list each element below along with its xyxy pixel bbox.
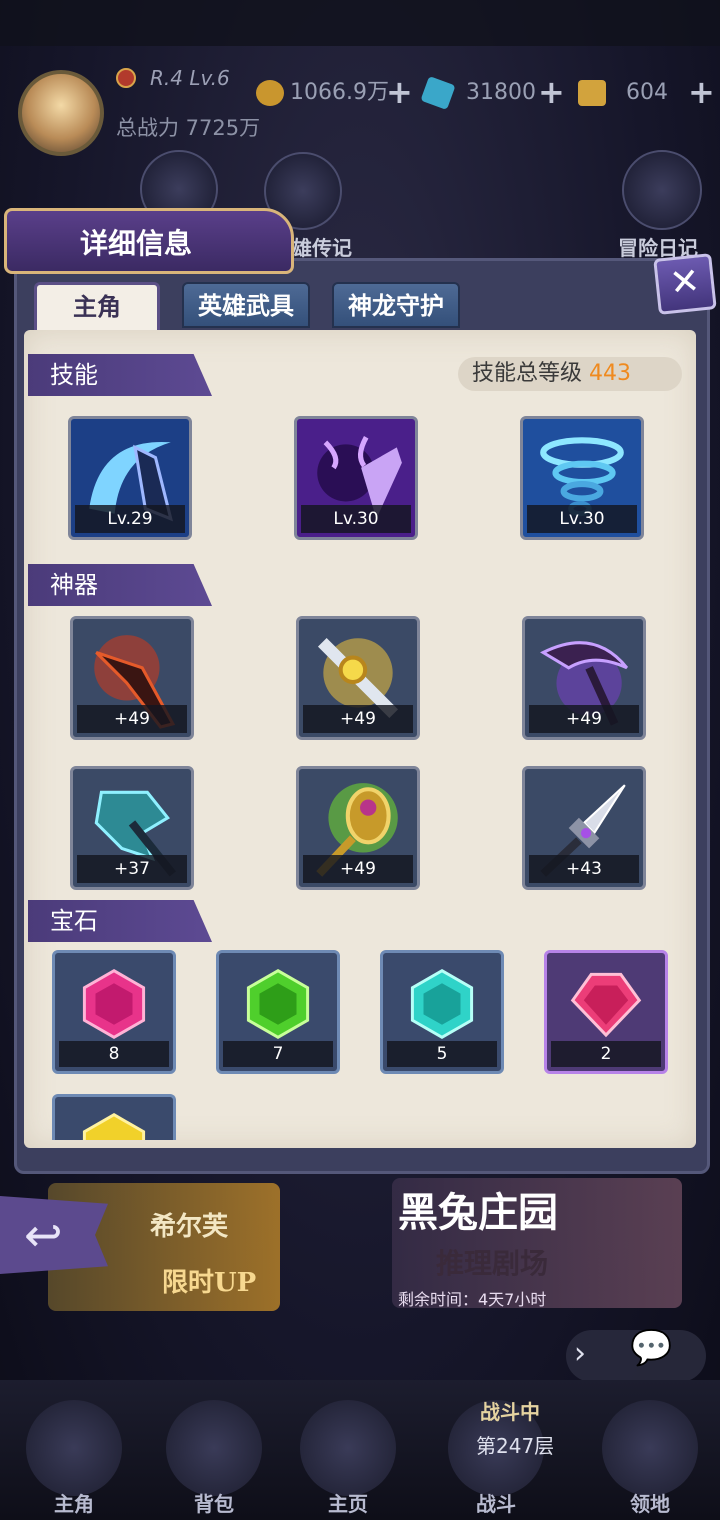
- gem-slot[interactable]: [52, 1094, 176, 1140]
- artifact-slot[interactable]: +43: [522, 766, 646, 890]
- skills-header: 技能: [28, 354, 212, 396]
- battle-status-tag: 战斗中: [480, 1400, 540, 1424]
- tab-dragon-guard[interactable]: 神龙守护: [332, 282, 460, 328]
- status-bar: [0, 0, 720, 46]
- artifact-level: +43: [529, 855, 639, 883]
- ticket-amount: 604: [626, 80, 668, 105]
- gold-amount: 1066.9万: [290, 80, 389, 105]
- pink-gem-icon: [82, 968, 146, 1040]
- gold-coin-icon: [256, 80, 284, 106]
- artifact-level: +49: [303, 705, 413, 733]
- add-ticket-button[interactable]: +: [688, 76, 715, 108]
- player-rank: R.4 Lv.6: [150, 66, 230, 90]
- skill-level: Lv.29: [75, 505, 185, 533]
- artifact-slot[interactable]: +37: [70, 766, 194, 890]
- artifact-slot[interactable]: +49: [522, 616, 646, 740]
- nav-home-icon[interactable]: [300, 1400, 396, 1496]
- player-avatar[interactable]: [18, 70, 104, 156]
- chevron-right-icon: ›: [574, 1336, 586, 1371]
- skill-total-badge: 技能总等级 443: [458, 357, 682, 391]
- yellow-gem-icon: [82, 1113, 146, 1140]
- legend-label: 雄传记: [292, 236, 352, 260]
- artifact-slot[interactable]: +49: [70, 616, 194, 740]
- gems-header: 宝石: [28, 900, 212, 942]
- artifact-level: +49: [529, 705, 639, 733]
- event-time-left: 剩余时间：4天7小时: [398, 1290, 547, 1309]
- skill-total-label: 技能总等级: [472, 361, 583, 386]
- ticket-icon: [578, 80, 606, 106]
- diamond-icon: [420, 75, 456, 111]
- banner-hero-name: 希尔芙: [150, 1212, 229, 1242]
- nav-hero-icon[interactable]: [26, 1400, 122, 1496]
- gem-slot[interactable]: 2: [544, 950, 668, 1074]
- skill-slot[interactable]: Lv.30: [520, 416, 644, 540]
- gem-count: 7: [223, 1041, 333, 1067]
- diamond-amount: 31800: [466, 80, 536, 105]
- total-power: 总战力 7725万: [116, 116, 261, 140]
- cyan-gem-icon: [410, 968, 474, 1040]
- nav-label-territory: 领地: [630, 1492, 670, 1516]
- gem-slot[interactable]: 5: [380, 950, 504, 1074]
- nav-label-home: 主页: [328, 1492, 368, 1516]
- skill-slot[interactable]: Lv.29: [68, 416, 192, 540]
- artifact-level: +49: [77, 705, 187, 733]
- modal-title: 详细信息: [80, 227, 193, 260]
- artifact-slot[interactable]: +49: [296, 766, 420, 890]
- nav-label-battle: 战斗: [476, 1492, 516, 1516]
- skill-total-value: 443: [589, 361, 632, 386]
- gem-slot[interactable]: 7: [216, 950, 340, 1074]
- diary-book-icon[interactable]: [622, 150, 702, 230]
- artifact-level: +49: [303, 855, 413, 883]
- artifact-level: +37: [77, 855, 187, 883]
- battle-floor: 第247层: [476, 1434, 555, 1458]
- event-title: 黑兔庄园: [398, 1189, 558, 1236]
- banner-limited-up: 限时UP: [162, 1268, 257, 1298]
- gem-slot[interactable]: 8: [52, 950, 176, 1074]
- nav-label-bag: 背包: [194, 1492, 234, 1516]
- skill-level: Lv.30: [301, 505, 411, 533]
- tab-hero-gear[interactable]: 英雄武具: [182, 282, 310, 328]
- nav-bag-icon[interactable]: [166, 1400, 262, 1496]
- rose-gem-icon: [570, 972, 642, 1038]
- event-subtitle: 推理剧场: [436, 1247, 549, 1280]
- nav-label-hero: 主角: [54, 1492, 94, 1516]
- artifacts-header: 神器: [28, 564, 212, 606]
- add-gold-button[interactable]: +: [386, 76, 413, 108]
- tab-hero[interactable]: 主角: [34, 282, 160, 334]
- rank-icon: [116, 68, 136, 88]
- skill-level: Lv.30: [527, 505, 637, 533]
- close-button[interactable]: ✕: [653, 253, 717, 315]
- add-diamond-button[interactable]: +: [538, 76, 565, 108]
- chat-icon: 💬: [630, 1328, 673, 1368]
- green-gem-icon: [246, 968, 310, 1040]
- gem-count: 5: [387, 1041, 497, 1067]
- artifact-slot[interactable]: +49: [296, 616, 420, 740]
- skill-slot[interactable]: Lv.30: [294, 416, 418, 540]
- gem-count: 2: [551, 1041, 661, 1067]
- nav-territory-icon[interactable]: [602, 1400, 698, 1496]
- back-arrow-icon: ↩: [24, 1208, 63, 1262]
- gem-count: 8: [59, 1041, 169, 1067]
